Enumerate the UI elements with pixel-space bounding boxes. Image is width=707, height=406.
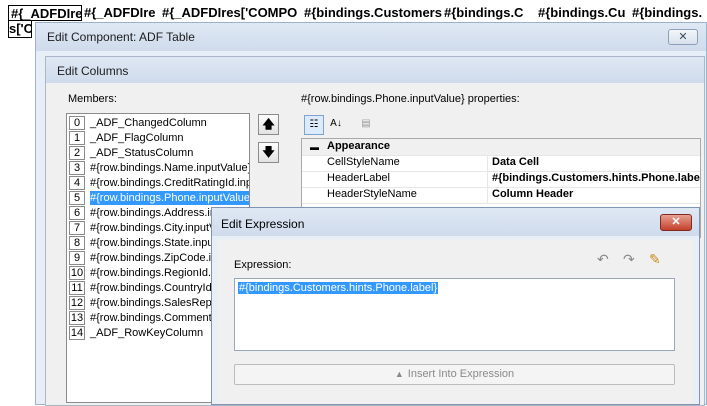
- header-cell[interactable]: #{bindings.Customers: [302, 5, 442, 21]
- dialog-titlebar[interactable]: Edit Expression ✕: [212, 208, 699, 236]
- list-item[interactable]: 4 #{row.bindings.CreditRatingId.inputValu…: [67, 176, 249, 191]
- dialog-body: Expression: ↶ ↷ ✎ #{bindings.Customers.h…: [218, 240, 693, 404]
- member-index: 0: [69, 116, 85, 130]
- member-label: _ADF_FlagColumn: [90, 132, 184, 144]
- dialog-titlebar[interactable]: Edit Component: ADF Table ✕: [36, 23, 706, 51]
- header-row: #{_ADFDIre #{_ADFDIre #{_ADFDIres['COMPO…: [8, 5, 707, 21]
- property-row[interactable]: HeaderLabel #{bindings.Customers.hints.P…: [302, 171, 700, 188]
- collapse-icon[interactable]: ▬: [310, 142, 319, 152]
- member-index: 12: [69, 296, 85, 310]
- list-item[interactable]: 0 _ADF_ChangedColumn: [67, 116, 249, 131]
- sort-alpha-icon[interactable]: A↓: [326, 115, 346, 135]
- properties-label: #{row.bindings.Phone.inputValue} propert…: [301, 93, 520, 105]
- expression-textarea[interactable]: #{bindings.Customers.hints.Phone.label}: [234, 278, 675, 351]
- property-pages-icon[interactable]: ▤: [356, 115, 376, 135]
- member-label: _ADF_ChangedColumn: [90, 117, 207, 129]
- property-category[interactable]: ▬ Appearance: [302, 139, 700, 156]
- dialog-title: Edit Component: ADF Table: [47, 30, 195, 44]
- move-down-button[interactable]: 🡇: [258, 142, 279, 163]
- expression-label: Expression:: [234, 259, 292, 271]
- header-cell[interactable]: #{bindings.Cu: [536, 5, 630, 21]
- list-item[interactable]: 5 #{row.bindings.Phone.inputValue}: [67, 191, 249, 206]
- move-up-button[interactable]: 🡅: [258, 114, 279, 135]
- property-row[interactable]: HeaderStyleName Column Header: [302, 187, 700, 204]
- header-cell[interactable]: #{bindings.: [630, 5, 707, 21]
- member-index: 11: [69, 281, 85, 295]
- header-cell[interactable]: #{_ADFDIre: [82, 5, 160, 21]
- member-label: _ADF_RowKeyColumn: [90, 327, 204, 339]
- member-index: 7: [69, 221, 85, 235]
- redo-icon[interactable]: ↷: [623, 251, 635, 268]
- chevron-up-icon: ▲: [394, 369, 404, 379]
- member-label: #{row.bindings.Name.inputValue}: [90, 162, 250, 174]
- member-index: 3: [69, 161, 85, 175]
- edit-expression-dialog: Edit Expression ✕ Expression: ↶ ↷ ✎ #{bi…: [211, 207, 700, 405]
- list-item[interactable]: 3 #{row.bindings.Name.inputValue}: [67, 161, 250, 176]
- insert-into-expression-button[interactable]: ▲ Insert Into Expression: [234, 364, 675, 385]
- member-index: 5: [69, 191, 85, 205]
- member-index: 6: [69, 206, 85, 220]
- expression-text: #{bindings.Customers.hints.Phone.label}: [238, 282, 439, 294]
- header-cell[interactable]: #{_ADFDIre: [8, 5, 82, 21]
- member-label: #{row.bindings.Phone.inputValue}: [90, 191, 249, 205]
- close-icon[interactable]: ✕: [660, 214, 692, 231]
- eraser-icon[interactable]: ✎: [649, 251, 661, 268]
- member-index: 2: [69, 146, 85, 160]
- panel-title: Edit Columns: [57, 64, 129, 78]
- panel-titlebar: Edit Columns: [46, 57, 704, 83]
- member-index: 13: [69, 311, 85, 325]
- member-index: 10: [69, 266, 85, 280]
- member-label: #{row.bindings.CreditRatingId.inputValue…: [90, 177, 249, 189]
- list-item[interactable]: 1 _ADF_FlagColumn: [67, 131, 249, 146]
- arrow-up-icon: 🡅: [262, 117, 275, 131]
- header-cell[interactable]: #{_ADFDIres['COMPO: [160, 5, 302, 21]
- member-label: _ADF_StatusColumn: [90, 147, 194, 159]
- header-cell[interactable]: #{bindings.C: [442, 5, 536, 21]
- members-label: Members:: [68, 93, 117, 105]
- member-index: 8: [69, 236, 85, 250]
- close-icon[interactable]: ✕: [668, 29, 698, 45]
- member-index: 14: [69, 326, 85, 340]
- member-index: 1: [69, 131, 85, 145]
- arrow-down-icon: 🡇: [262, 145, 275, 159]
- header-row-cont: s['C: [8, 21, 32, 38]
- member-index: 4: [69, 176, 85, 190]
- expression-tools: ↶ ↷ ✎: [597, 251, 667, 269]
- properties-toolbar: ☷ A↓ ▤: [304, 115, 389, 139]
- property-row[interactable]: CellStyleName Data Cell: [302, 155, 700, 172]
- member-index: 9: [69, 251, 85, 265]
- list-item[interactable]: 2 _ADF_StatusColumn: [67, 146, 249, 161]
- undo-icon[interactable]: ↶: [597, 251, 609, 268]
- categorized-icon[interactable]: ☷: [304, 115, 324, 135]
- dialog-title: Edit Expression: [221, 217, 305, 231]
